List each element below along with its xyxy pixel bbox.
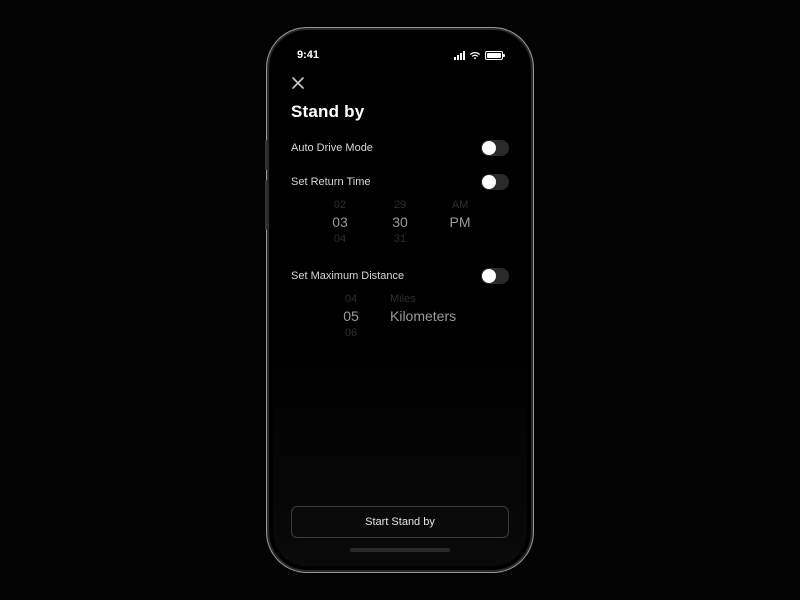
label-return-time: Set Return Time <box>291 176 370 188</box>
picker-distance-prev: 04 <box>330 292 372 306</box>
picker-unit-cur: Kilometers <box>390 306 470 326</box>
picker-minute[interactable]: 29 30 31 <box>379 198 421 246</box>
picker-distance-cur: 05 <box>330 306 372 326</box>
distance-picker[interactable]: 04 05 06 Miles Kilometers <box>291 292 509 340</box>
picker-unit-next <box>390 326 470 340</box>
start-standby-button[interactable]: Start Stand by <box>291 506 509 538</box>
wifi-icon <box>469 51 481 60</box>
page-title: Stand by <box>291 102 509 122</box>
picker-ampm[interactable]: AM PM <box>439 198 481 246</box>
label-auto-drive: Auto Drive Mode <box>291 142 373 154</box>
row-auto-drive: Auto Drive Mode <box>291 140 509 156</box>
signal-icon <box>454 51 465 60</box>
picker-ampm-next <box>439 232 481 246</box>
start-standby-label: Start Stand by <box>365 516 435 528</box>
screen: 9:41 Stand by Auto Drive Mode Set Return… <box>273 34 527 566</box>
picker-hour-prev: 02 <box>319 198 361 212</box>
close-icon[interactable] <box>291 76 305 90</box>
toggle-max-distance[interactable] <box>481 268 509 284</box>
label-max-distance: Set Maximum Distance <box>291 270 404 282</box>
home-indicator[interactable] <box>350 548 450 552</box>
phone-frame: 9:41 Stand by Auto Drive Mode Set Return… <box>269 30 531 570</box>
picker-hour-cur: 03 <box>319 212 361 232</box>
picker-distance-next: 06 <box>330 326 372 340</box>
row-return-time: Set Return Time <box>291 174 509 190</box>
picker-ampm-prev: AM <box>439 198 481 212</box>
status-icons <box>454 51 503 60</box>
picker-minute-prev: 29 <box>379 198 421 212</box>
time-picker[interactable]: 02 03 04 29 30 31 AM PM <box>291 198 509 246</box>
notch <box>335 30 465 52</box>
spacer <box>291 340 509 506</box>
picker-minute-next: 31 <box>379 232 421 246</box>
picker-distance-unit[interactable]: Miles Kilometers <box>390 292 470 340</box>
toggle-auto-drive[interactable] <box>481 140 509 156</box>
row-max-distance: Set Maximum Distance <box>291 268 509 284</box>
status-time: 9:41 <box>297 49 319 61</box>
toggle-return-time[interactable] <box>481 174 509 190</box>
picker-hour-next: 04 <box>319 232 361 246</box>
picker-minute-cur: 30 <box>379 212 421 232</box>
picker-hour[interactable]: 02 03 04 <box>319 198 361 246</box>
battery-icon <box>485 51 503 60</box>
picker-distance-value[interactable]: 04 05 06 <box>330 292 372 340</box>
picker-unit-prev: Miles <box>390 292 470 306</box>
picker-ampm-cur: PM <box>439 212 481 232</box>
